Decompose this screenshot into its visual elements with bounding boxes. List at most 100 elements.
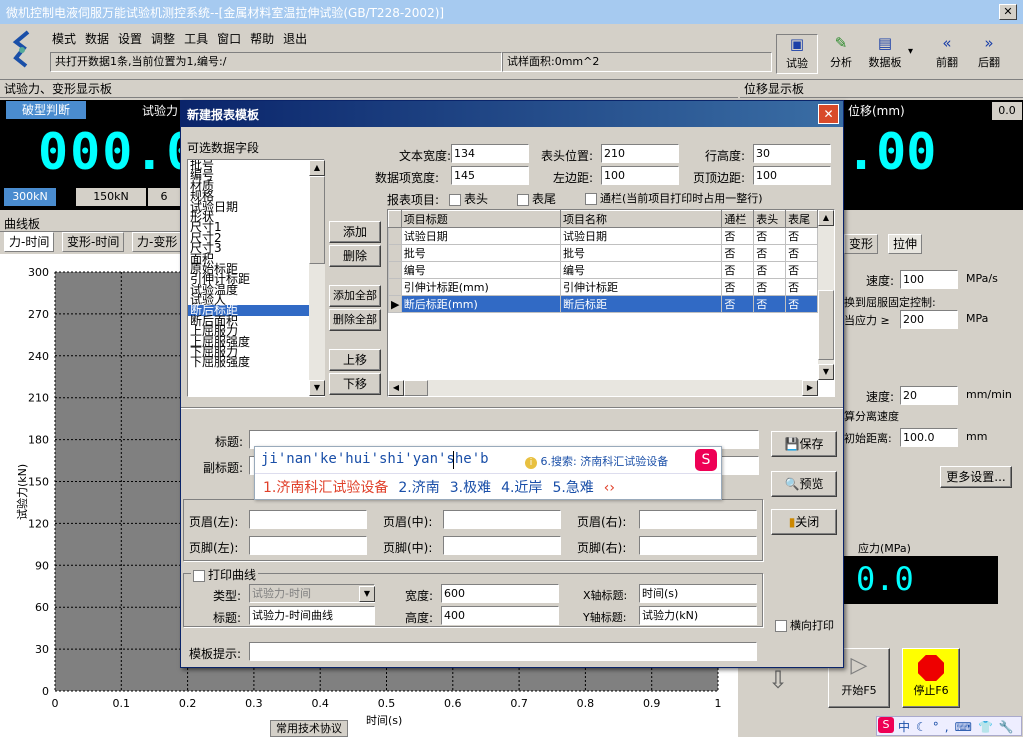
break-judge-button[interactable]: 破型判断 xyxy=(6,101,86,119)
fields-scrollbar[interactable]: ▲ ▼ xyxy=(309,160,325,396)
header-checkbox[interactable]: 表头 xyxy=(449,190,488,207)
x-tick-label: 0.1 xyxy=(113,697,131,710)
toolbar-next-button[interactable]: » 后翻 xyxy=(968,34,1010,74)
items-table[interactable]: 项目标题 项目名称 通栏 表头 表尾 试验日期 试验日期否否否批号 批号否否否编号 编号否否否… xyxy=(388,210,818,313)
menu-item[interactable]: 工具 xyxy=(184,30,208,47)
footer-right-input[interactable] xyxy=(639,536,757,555)
footer-checkbox[interactable]: 表尾 xyxy=(517,190,556,207)
yaxis-input[interactable]: 试验力(kN) xyxy=(639,606,757,625)
toolbar-prev-button[interactable]: «前翻 xyxy=(926,34,968,74)
template-tip-input[interactable] xyxy=(249,642,757,661)
scroll-up-icon[interactable]: ▲ xyxy=(309,160,325,176)
height-label: 高度: xyxy=(405,611,434,625)
move-up-button[interactable]: 上移 xyxy=(329,349,381,371)
speed2-input[interactable]: 20 xyxy=(900,386,958,405)
xaxis-input[interactable]: 时间(s) xyxy=(639,584,757,603)
move-down-button[interactable]: 下移 xyxy=(329,373,381,395)
header-right-input[interactable] xyxy=(639,510,757,529)
ime-candidate[interactable]: 2.济南 xyxy=(398,480,439,496)
height-input[interactable]: 400 xyxy=(441,606,559,625)
row-height-label: 行高度: xyxy=(705,149,746,163)
speed-input[interactable]: 100 xyxy=(900,270,958,289)
ime-candidate[interactable]: 1.济南科汇试验设备 xyxy=(263,480,388,496)
protocol-tab[interactable]: 常用技术协议 xyxy=(270,720,348,737)
preview-button[interactable]: 🔍预览 xyxy=(771,471,837,497)
menu-item[interactable]: 帮助 xyxy=(250,30,274,47)
report-subtitle-label: 副标题: xyxy=(203,461,244,475)
range-6-button[interactable]: 6 xyxy=(148,188,180,206)
text-width-input[interactable]: 134 xyxy=(451,144,529,163)
tab-force-deform[interactable]: 力-变形 xyxy=(132,232,183,252)
delete-all-button[interactable]: 删除全部 xyxy=(329,309,381,331)
menu-item[interactable]: 调整 xyxy=(151,30,175,47)
menu-item[interactable]: 设置 xyxy=(118,30,142,47)
close-button[interactable]: ▮关闭 xyxy=(771,509,837,535)
double-left-icon: « xyxy=(942,34,952,52)
x-tick-label: 0.2 xyxy=(179,697,197,710)
tab-tension[interactable]: 拉伸 xyxy=(888,234,923,254)
span-checkbox[interactable]: 通栏(当前项目打印时占用一整行) xyxy=(585,190,763,206)
top-margin-input[interactable]: 100 xyxy=(753,166,831,185)
delete-button[interactable]: 删除 xyxy=(329,245,381,267)
scroll-thumb[interactable] xyxy=(309,176,325,264)
chart-ylabel: 试验力(kN) xyxy=(16,463,29,520)
footer-mid-input[interactable] xyxy=(443,536,561,555)
grid-hscroll[interactable]: ◀ ▶ xyxy=(388,380,818,396)
grid-vscroll[interactable]: ▲ ▼ xyxy=(818,210,834,380)
toolbar-analyze-button[interactable]: ✎ 分析 xyxy=(820,34,862,74)
init-input[interactable]: 100.0 xyxy=(900,428,958,447)
row-height-input[interactable]: 30 xyxy=(753,144,831,163)
fields-listbox[interactable]: 批号 编号 材质 规格 试验日期 形状 尺寸1 尺寸2 尺寸3 面积 原始标距 引伸计标距 试验温度 试验… xyxy=(187,159,325,397)
stop-button[interactable]: 停止F6 xyxy=(902,648,960,708)
tab-deform[interactable]: 变形 xyxy=(844,234,879,254)
y-tick-label: 30 xyxy=(35,643,49,656)
list-item[interactable]: 下屈服强度 xyxy=(188,356,324,368)
ime-candidate[interactable]: 4.近岸 xyxy=(501,480,542,496)
tab-deform-time[interactable]: 变形-时间 xyxy=(62,232,125,252)
menu-item[interactable]: 窗口 xyxy=(217,30,241,47)
more-settings-button[interactable]: 更多设置... xyxy=(940,466,1012,488)
curve-title-input[interactable]: 试验力-时间曲线 xyxy=(249,606,375,625)
sogou-icon[interactable]: S xyxy=(878,717,894,733)
data-width-input[interactable]: 145 xyxy=(451,166,529,185)
window-close-button[interactable]: ✕ xyxy=(999,4,1017,20)
ime-search[interactable]: i 6.搜索: 济南科汇试验设备 xyxy=(525,453,668,469)
menu-item[interactable]: 退出 xyxy=(283,30,307,47)
table-row[interactable]: 试验日期 试验日期否否否 xyxy=(388,227,818,245)
tray-items[interactable]: 中☾°,⌨👕🔧 xyxy=(898,718,1020,735)
range-300kn-button[interactable]: 300kN xyxy=(4,188,56,206)
header-left-input[interactable] xyxy=(249,510,367,529)
datapanel-dropdown-icon[interactable]: ▾ xyxy=(908,46,913,57)
print-curve-checkbox[interactable]: 打印曲线 xyxy=(191,566,259,583)
down-arrow-icon[interactable]: ⇩ xyxy=(766,664,790,696)
y-tick-label: 300 xyxy=(28,266,49,279)
add-button[interactable]: 添加 xyxy=(329,221,381,243)
footer-left-input[interactable] xyxy=(249,536,367,555)
table-row[interactable]: 引伸计标距(mm) 引伸计标距否否否 xyxy=(388,278,818,296)
dialog-close-button[interactable]: ✕ xyxy=(818,104,839,124)
range-150kn-button[interactable]: 150kN xyxy=(76,188,146,206)
toolbar-datapanel-button[interactable]: ▤ 数据板 xyxy=(862,34,908,74)
menu-item[interactable]: 模式 xyxy=(52,30,76,47)
ime-candidate[interactable]: 3.极难 xyxy=(450,480,491,496)
table-row[interactable]: ▶ 断后标距(mm) 断后标距否否否 xyxy=(388,295,818,313)
ime-candidates: 1.济南科汇试验设备 2.济南 3.极难 4.近岸 5.急难 ‹› xyxy=(263,477,615,497)
table-row[interactable]: 批号 批号否否否 xyxy=(388,244,818,262)
header-pos-input[interactable]: 210 xyxy=(601,144,679,163)
menu-item[interactable]: 数据 xyxy=(85,30,109,47)
header-mid-input[interactable] xyxy=(443,510,561,529)
toolbar-test-button[interactable]: ▣ 试验 xyxy=(776,34,818,74)
width-input[interactable]: 600 xyxy=(441,584,559,603)
page-arrows-icon[interactable]: ‹› xyxy=(604,480,615,496)
save-button[interactable]: 💾保存 xyxy=(771,431,837,457)
table-row[interactable]: 编号 编号否否否 xyxy=(388,261,818,279)
stress-input[interactable]: 200 xyxy=(900,310,958,329)
scroll-down-icon[interactable]: ▼ xyxy=(309,380,325,396)
ime-candidate[interactable]: 5.急难 xyxy=(552,480,593,496)
tab-force-time[interactable]: 力-时间 xyxy=(4,232,55,252)
add-all-button[interactable]: 添加全部 xyxy=(329,285,381,307)
landscape-checkbox[interactable]: 横向打印 xyxy=(775,617,834,633)
type-select[interactable]: 试验力-时间 xyxy=(249,584,375,603)
left-margin-input[interactable]: 100 xyxy=(601,166,679,185)
chevron-down-icon[interactable]: ▼ xyxy=(359,586,375,602)
